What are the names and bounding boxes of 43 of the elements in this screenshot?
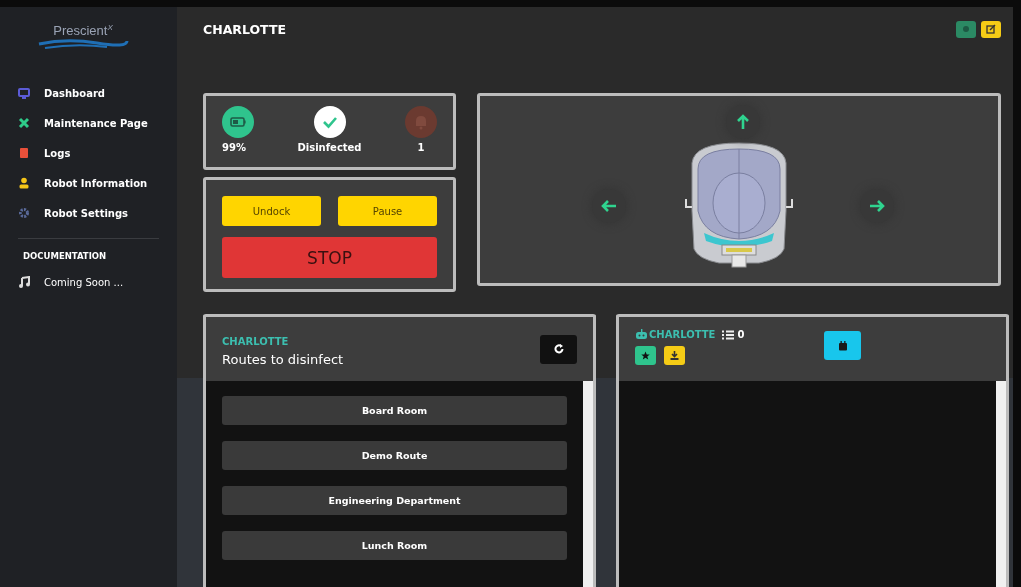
- task-count: 0: [737, 329, 745, 340]
- stop-button[interactable]: STOP: [222, 237, 438, 278]
- nav-link[interactable]: Robot Information: [18, 174, 177, 193]
- route-button[interactable]: Engineering Department: [222, 486, 567, 515]
- nav-link[interactable]: Coming Soon ...: [18, 273, 177, 292]
- status-label: Disinfected: [297, 142, 362, 153]
- edit-icon: [986, 24, 996, 34]
- logo-text: Prescient$^{X}$: [53, 23, 113, 39]
- calendar-icon: [837, 340, 848, 351]
- action-button[interactable]: Undock: [222, 196, 321, 226]
- scrollbar[interactable]: [996, 381, 1006, 587]
- nav-link[interactable]: Logs: [18, 144, 177, 163]
- panel-title: Routes to disinfect: [222, 351, 344, 367]
- star-icon: [641, 351, 650, 360]
- calendar-button[interactable]: [824, 331, 862, 360]
- arrow-icon: [601, 198, 618, 214]
- section-heading: DOCUMENTATION: [23, 251, 108, 262]
- page-title: CHARLOTTE: [203, 22, 286, 37]
- robot-icon: [635, 329, 648, 340]
- status-label: 1: [417, 142, 425, 153]
- edit-button[interactable]: [981, 20, 1001, 38]
- download-icon: [670, 351, 679, 360]
- wave-icon: [37, 38, 129, 51]
- refresh-icon: [553, 344, 564, 354]
- star-button[interactable]: [635, 346, 656, 365]
- route-button[interactable]: Demo Route: [222, 441, 567, 470]
- scrollbar[interactable]: [583, 381, 593, 587]
- robot-name: CHARLOTTE: [222, 335, 290, 347]
- arrow-icon: [869, 198, 886, 214]
- refresh-button[interactable]: [540, 334, 577, 364]
- music-note-icon: [18, 276, 30, 289]
- nav-link[interactable]: Robot Settings: [18, 204, 177, 223]
- status-label: 99%: [222, 142, 246, 153]
- robot-name: CHARLOTTE: [649, 329, 716, 340]
- route-button[interactable]: Board Room: [222, 396, 567, 425]
- settings-icon: [962, 25, 970, 33]
- nav-link[interactable]: Maintenance Page: [18, 114, 177, 133]
- action-button[interactable]: Pause: [338, 196, 438, 226]
- download-button[interactable]: [664, 346, 685, 365]
- nav-link[interactable]: Dashboard: [18, 84, 177, 103]
- list-icon: [722, 329, 735, 340]
- settings-button[interactable]: [956, 20, 976, 38]
- route-button[interactable]: Lunch Room: [222, 531, 567, 560]
